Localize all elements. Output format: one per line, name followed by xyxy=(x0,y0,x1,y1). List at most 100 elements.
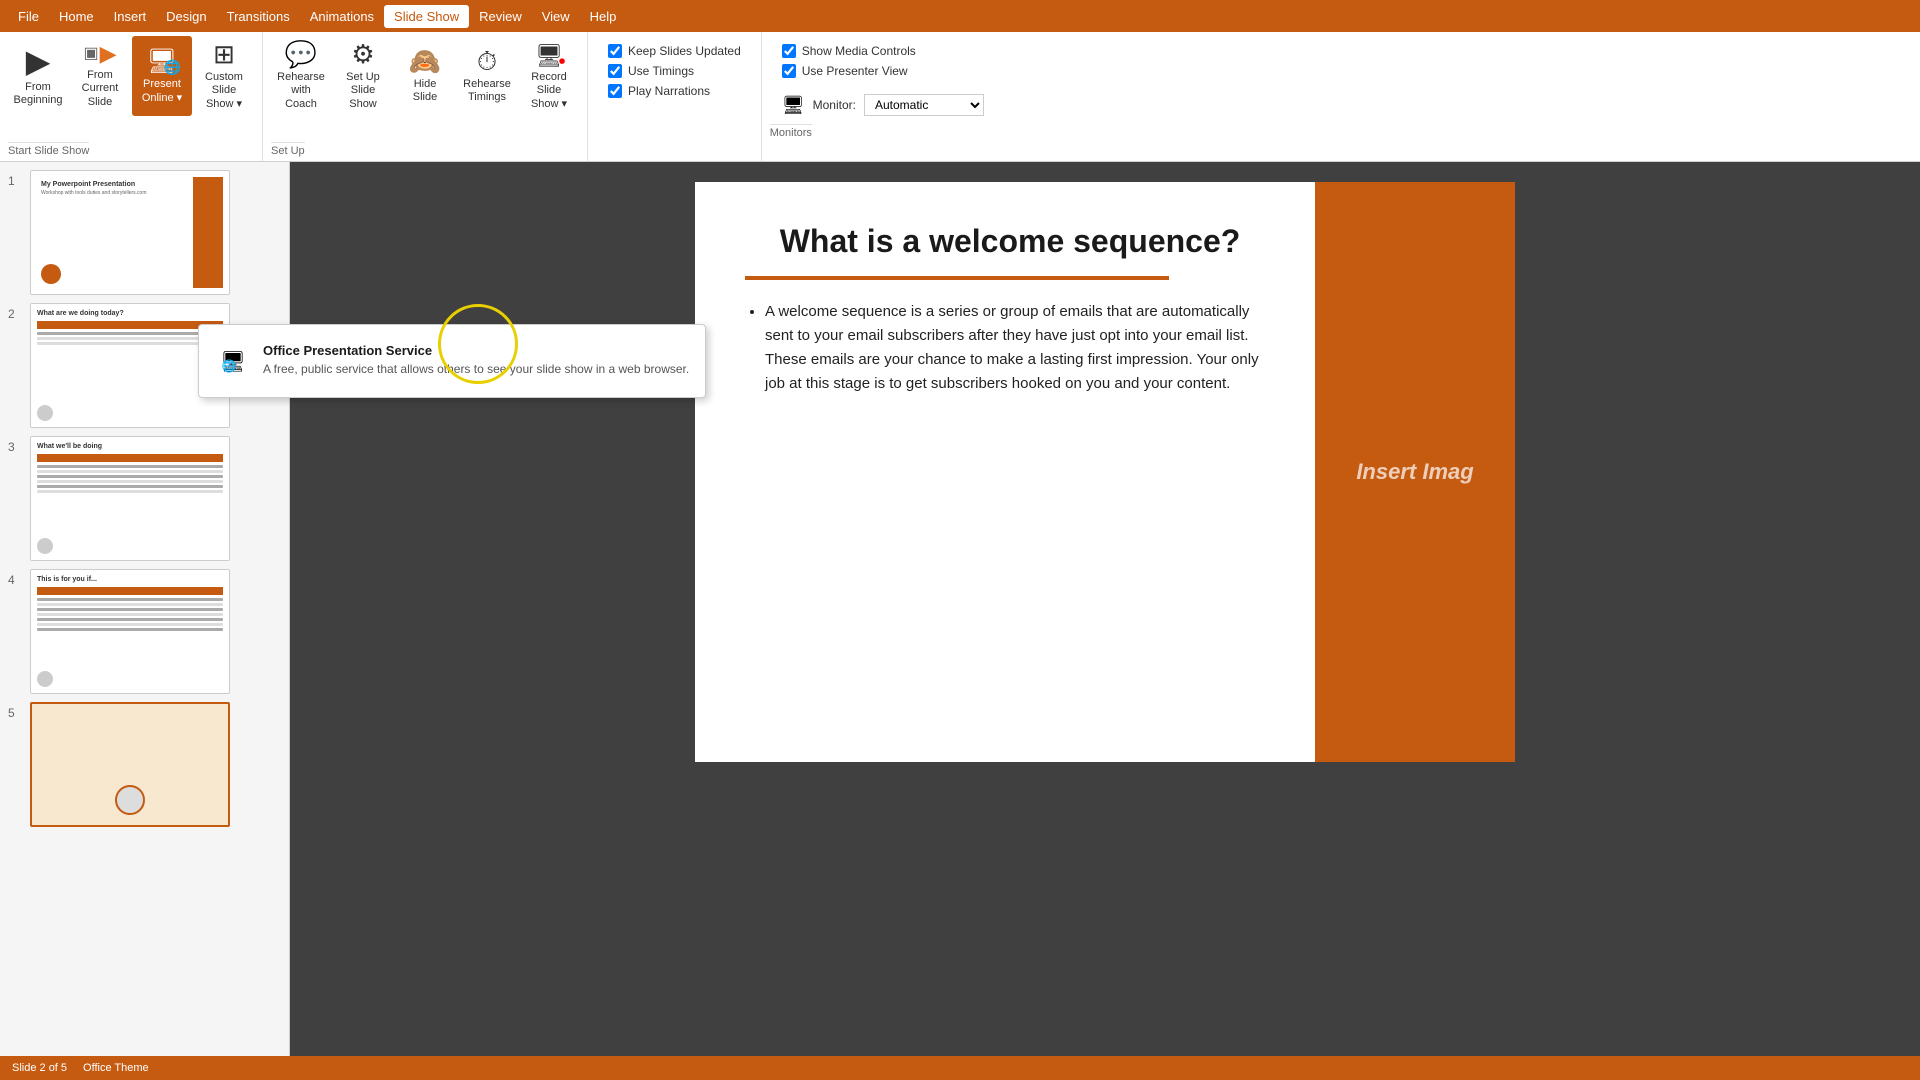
from-beginning-button[interactable]: ▶ FromBeginning xyxy=(8,36,68,116)
slide-number-5: 5 xyxy=(8,702,24,720)
menu-home[interactable]: Home xyxy=(49,5,104,28)
slide-left-content: What is a welcome sequence? A welcome se… xyxy=(695,182,1315,762)
record-slideshow-button[interactable]: 🖥 ⏺ Record SlideShow ▾ xyxy=(519,36,579,116)
from-current-button[interactable]: ▣▶ FromCurrent Slide xyxy=(70,36,130,116)
record-slideshow-label: Record SlideShow ▾ xyxy=(522,71,576,111)
slide3-title: What we'll be doing xyxy=(37,443,223,450)
menu-animations[interactable]: Animations xyxy=(300,5,384,28)
from-current-icon: ▣▶ xyxy=(83,43,116,65)
use-presenter-view-row[interactable]: Use Presenter View xyxy=(782,64,916,78)
slide-main: What is a welcome sequence? A welcome se… xyxy=(290,162,1920,1080)
menu-bar: File Home Insert Design Transitions Anim… xyxy=(0,0,1920,32)
setup-slideshow-icon: ⚙ xyxy=(351,41,374,67)
use-timings-checkbox[interactable] xyxy=(608,64,622,78)
record-slideshow-icon: 🖥 ⏺ xyxy=(535,41,563,67)
menu-transitions[interactable]: Transitions xyxy=(217,5,300,28)
slide-canvas: What is a welcome sequence? A welcome se… xyxy=(695,182,1515,762)
ribbon-group-options: Keep Slides Updated Use Timings Play Nar… xyxy=(588,32,762,161)
setup-footer: Set Up xyxy=(271,142,305,157)
menu-file[interactable]: File xyxy=(8,5,49,28)
present-online-icon: 🖥 🌐 xyxy=(147,47,177,74)
slide-thumb-3[interactable]: What we'll be doing xyxy=(30,436,230,561)
office-service-text: Office Presentation Service A free, publ… xyxy=(263,343,689,378)
slide-thumb-4[interactable]: This is for you if... xyxy=(30,569,230,694)
keep-slides-updated-checkbox[interactable] xyxy=(608,44,622,58)
present-online-label: PresentOnline ▾ xyxy=(142,78,182,104)
menu-insert[interactable]: Insert xyxy=(104,5,157,28)
show-media-controls-checkbox[interactable] xyxy=(782,44,796,58)
show-media-controls-row[interactable]: Show Media Controls xyxy=(782,44,916,58)
office-service-icon: 🖥 🌐 xyxy=(215,343,251,379)
menu-review[interactable]: Review xyxy=(469,5,532,28)
present-online-button[interactable]: 🖥 🌐 PresentOnline ▾ xyxy=(132,36,192,116)
custom-slide-show-button[interactable]: ⊞ Custom SlideShow ▾ xyxy=(194,36,254,116)
office-service-description: A free, public service that allows other… xyxy=(263,361,689,378)
ribbon-content: ▶ FromBeginning ▣▶ FromCurrent Slide 🖥 🌐… xyxy=(0,32,1920,161)
slide-item-5[interactable]: 5 xyxy=(8,702,281,827)
play-narrations-row[interactable]: Play Narrations xyxy=(608,84,741,98)
rehearse-coach-button[interactable]: 💬 Rehearsewith Coach xyxy=(271,36,331,116)
setup-slideshow-label: Set UpSlide Show xyxy=(336,71,390,111)
monitors-footer: Monitors xyxy=(770,124,812,139)
keep-slides-updated-row[interactable]: Keep Slides Updated xyxy=(608,44,741,58)
start-slideshow-footer: Start Slide Show xyxy=(8,142,89,157)
office-service-title: Office Presentation Service xyxy=(263,343,689,358)
hide-slide-label: HideSlide xyxy=(413,78,437,104)
rehearse-timings-button[interactable]: ⏱ RehearseTimings xyxy=(457,36,517,116)
use-timings-label: Use Timings xyxy=(628,64,694,78)
slide1-subtitle: Workshop with tools duties and storytell… xyxy=(41,190,185,196)
ribbon-group-setup: 💬 Rehearsewith Coach ⚙ Set UpSlide Show … xyxy=(263,32,588,161)
slide-item-1[interactable]: 1 My Powerpoint Presentation Workshop wi… xyxy=(8,170,281,295)
use-timings-row[interactable]: Use Timings xyxy=(608,64,741,78)
slide-divider xyxy=(745,276,1169,280)
menu-help[interactable]: Help xyxy=(580,5,627,28)
slide-right-panel: Insert Imag xyxy=(1315,182,1515,762)
slide-item-4[interactable]: 4 This is for you if... xyxy=(8,569,281,694)
monitor-select[interactable]: Automatic Monitor 1 Monitor 2 xyxy=(864,94,984,116)
monitor-label: Monitor: xyxy=(813,98,856,112)
rehearse-timings-icon: ⏱ xyxy=(477,48,497,74)
use-presenter-view-label: Use Presenter View xyxy=(802,64,908,78)
custom-slideshow-label: Custom SlideShow ▾ xyxy=(197,71,251,111)
slide-thumb-5[interactable] xyxy=(30,702,230,827)
ribbon: ▶ FromBeginning ▣▶ FromCurrent Slide 🖥 🌐… xyxy=(0,32,1920,162)
from-beginning-icon: ▶ xyxy=(26,45,51,77)
dropdown-menu: 🖥 🌐 Office Presentation Service A free, … xyxy=(198,324,706,398)
main-area: 1 My Powerpoint Presentation Workshop wi… xyxy=(0,162,1920,1080)
setup-slideshow-button[interactable]: ⚙ Set UpSlide Show xyxy=(333,36,393,116)
present-online-dropdown: 🖥 🌐 Office Presentation Service A free, … xyxy=(198,324,706,398)
slide-status: Slide 2 of 5 xyxy=(12,1062,67,1074)
slide4-title: This is for you if... xyxy=(37,576,223,583)
menu-design[interactable]: Design xyxy=(156,5,216,28)
options-checkboxes: Keep Slides Updated Use Timings Play Nar… xyxy=(596,36,753,106)
slide2-title: What are we doing today? xyxy=(37,310,223,317)
monitor-selector-row: 🖥 Monitor: Automatic Monitor 1 Monitor 2 xyxy=(770,90,996,120)
office-presentation-service-item[interactable]: 🖥 🌐 Office Presentation Service A free, … xyxy=(199,333,705,389)
slide-item-3[interactable]: 3 What we'll be doing xyxy=(8,436,281,561)
from-beginning-label: FromBeginning xyxy=(14,81,63,107)
play-narrations-label: Play Narrations xyxy=(628,84,710,98)
menu-slideshow[interactable]: Slide Show xyxy=(384,5,469,28)
slide-panel: 1 My Powerpoint Presentation Workshop wi… xyxy=(0,162,290,1080)
show-media-controls-label: Show Media Controls xyxy=(802,44,916,58)
slide-number-1: 1 xyxy=(8,170,24,188)
rehearse-coach-label: Rehearsewith Coach xyxy=(274,71,328,111)
use-presenter-view-checkbox[interactable] xyxy=(782,64,796,78)
hide-slide-icon: 🙈 xyxy=(409,48,441,74)
theme-status: Office Theme xyxy=(83,1062,149,1074)
hide-slide-button[interactable]: 🙈 HideSlide xyxy=(395,36,455,116)
slide-number-4: 4 xyxy=(8,569,24,587)
play-narrations-checkbox[interactable] xyxy=(608,84,622,98)
ribbon-group-start-slideshow: ▶ FromBeginning ▣▶ FromCurrent Slide 🖥 🌐… xyxy=(0,32,263,161)
from-current-label: FromCurrent Slide xyxy=(73,69,127,109)
menu-view[interactable]: View xyxy=(532,5,580,28)
monitors-checkboxes: Show Media Controls Use Presenter View xyxy=(770,36,928,86)
setup-buttons: 💬 Rehearsewith Coach ⚙ Set UpSlide Show … xyxy=(271,36,579,138)
custom-slideshow-icon: ⊞ xyxy=(213,41,235,67)
ribbon-group-monitors: Show Media Controls Use Presenter View 🖥… xyxy=(762,32,1004,161)
slide-thumb-1[interactable]: My Powerpoint Presentation Workshop with… xyxy=(30,170,230,295)
slide1-title: My Powerpoint Presentation xyxy=(41,181,185,188)
monitor-icon: 🖥 xyxy=(782,95,805,116)
slide-number-3: 3 xyxy=(8,436,24,454)
slide-number-2: 2 xyxy=(8,303,24,321)
